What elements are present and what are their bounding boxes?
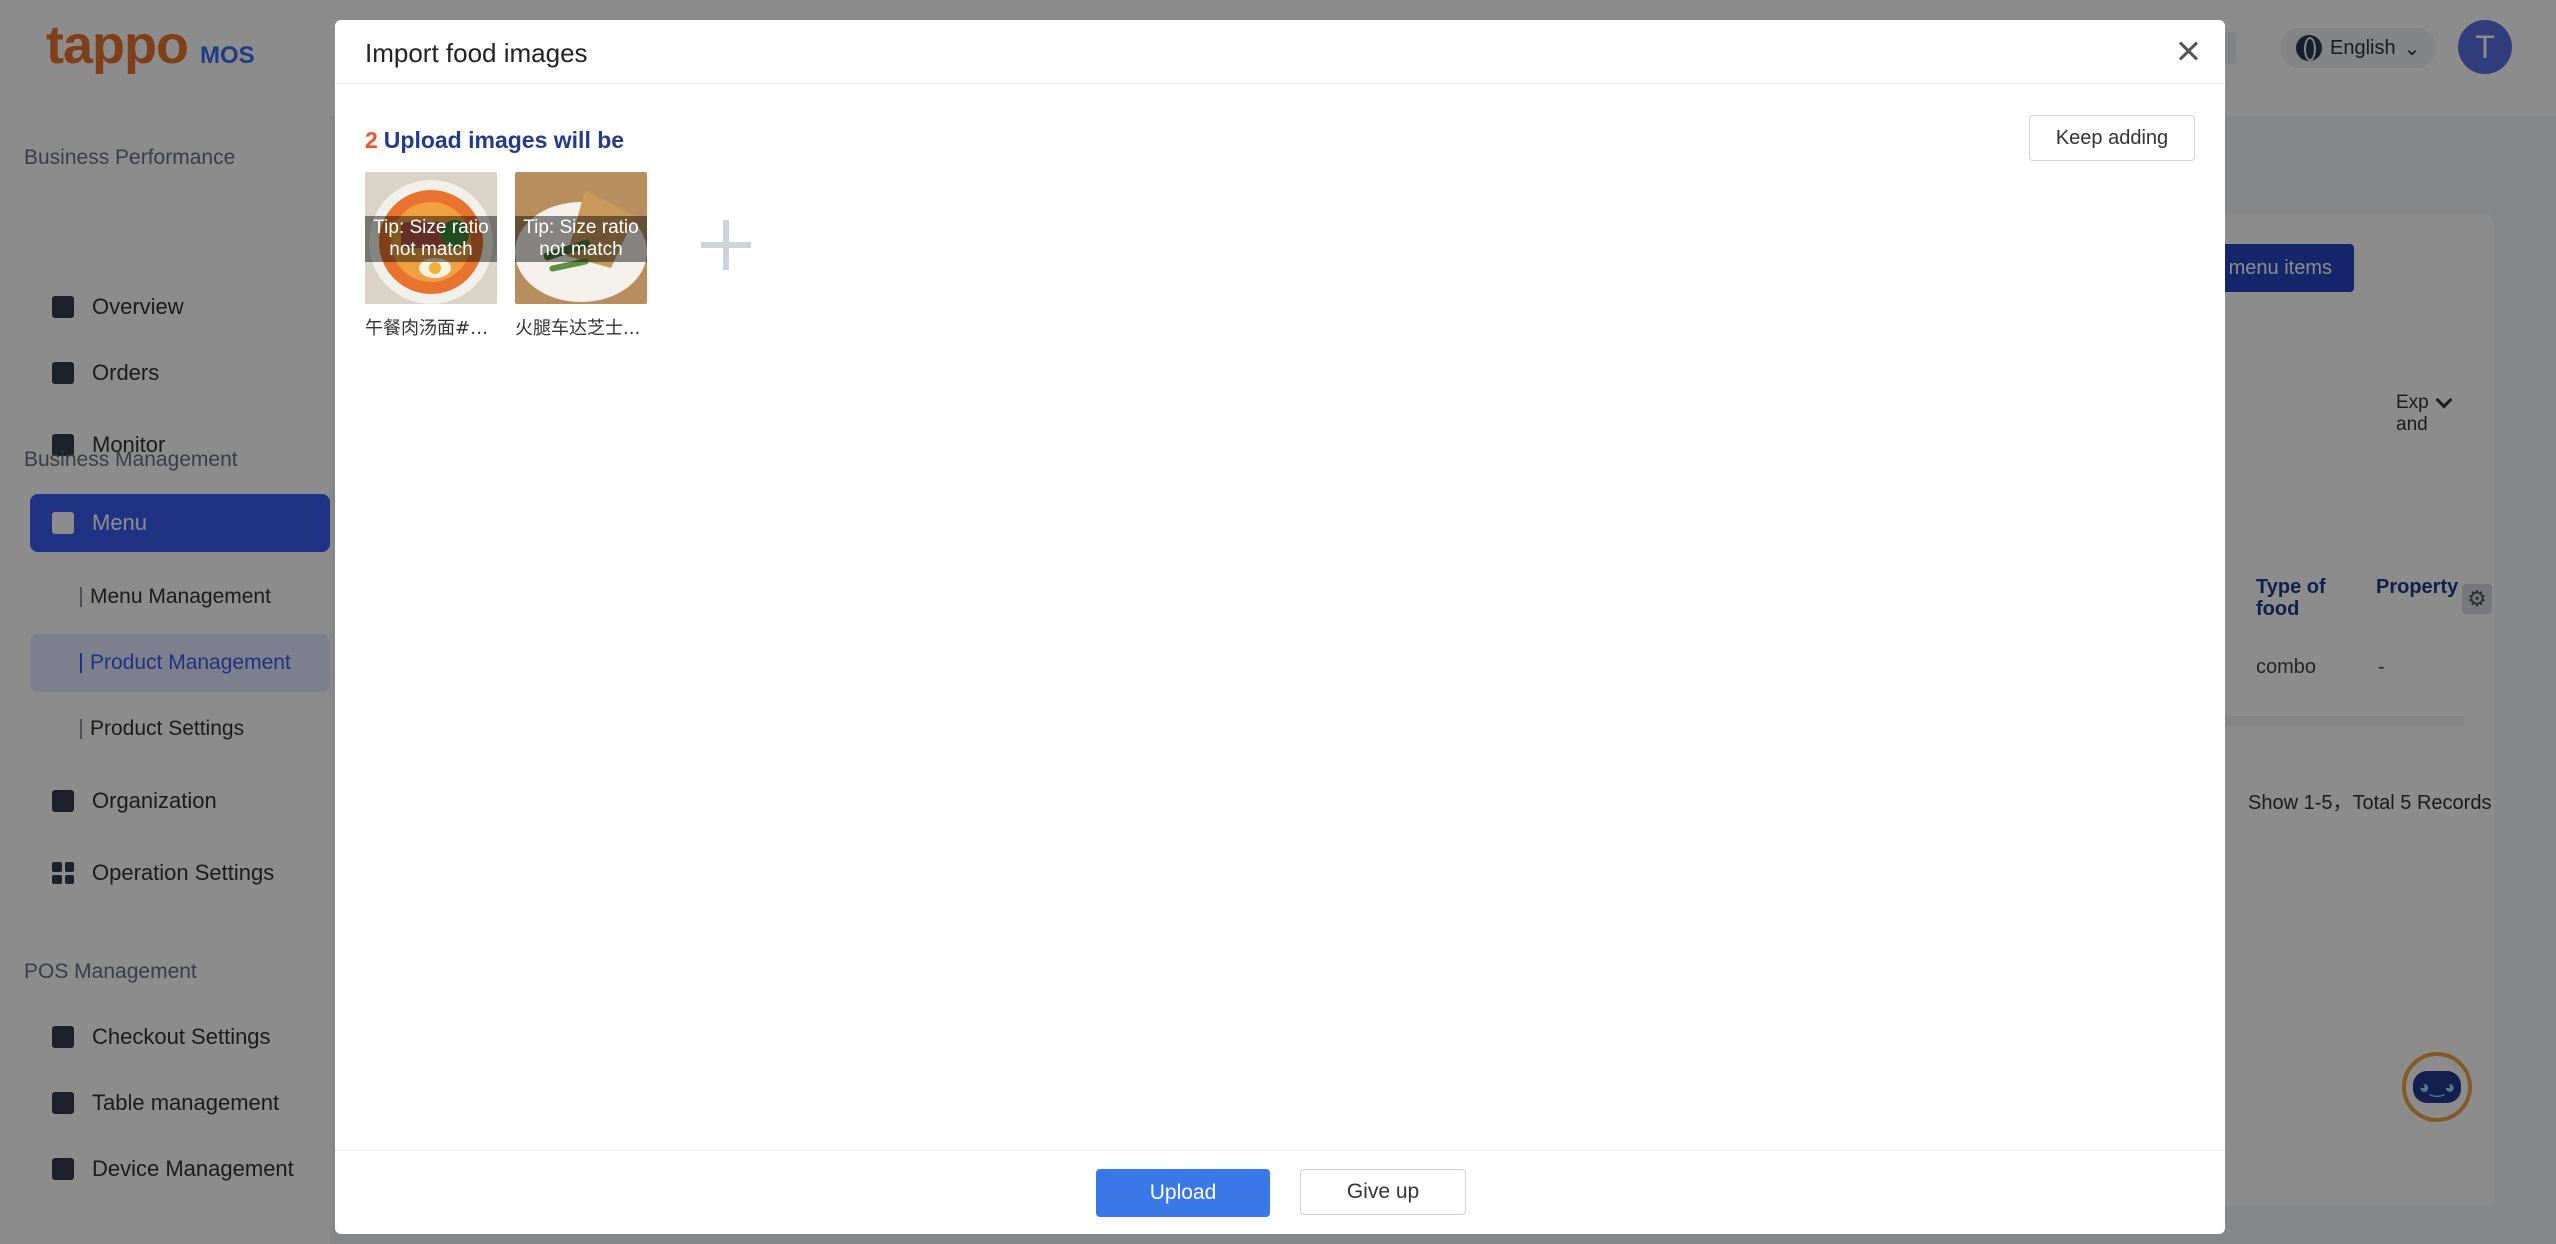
size-ratio-tip: Tip: Size ratio not match xyxy=(365,216,497,262)
keep-adding-button[interactable]: Keep adding xyxy=(2029,115,2195,161)
image-file-name: 火腿车达芝士... xyxy=(515,318,641,339)
modal-footer: Upload Give up xyxy=(335,1150,2225,1234)
upload-heading-text: Upload images will be xyxy=(383,127,625,153)
upload-button[interactable]: Upload xyxy=(1096,1169,1270,1217)
image-file-name: 午餐肉汤面#0.... xyxy=(365,318,497,339)
modal-title: Import food images xyxy=(365,38,588,68)
food-image: Tip: Size ratio not match xyxy=(515,172,647,304)
image-thumbnail[interactable]: Tip: Size ratio not match 午餐肉汤面#0.... xyxy=(365,172,497,340)
upload-heading: 2 Upload images will be xyxy=(365,127,624,154)
close-icon[interactable] xyxy=(2175,38,2201,64)
image-thumbnail[interactable]: Tip: Size ratio not match 火腿车达芝士... xyxy=(515,172,647,340)
add-image-plus-icon[interactable] xyxy=(695,214,755,274)
upload-count: 2 xyxy=(365,127,378,153)
modal-header: Import food images xyxy=(335,20,2225,84)
food-image: Tip: Size ratio not match xyxy=(365,172,497,304)
import-images-modal: Import food images 2 Upload images will b… xyxy=(335,20,2225,1234)
size-ratio-tip: Tip: Size ratio not match xyxy=(515,216,647,262)
give-up-button[interactable]: Give up xyxy=(1300,1169,1466,1215)
